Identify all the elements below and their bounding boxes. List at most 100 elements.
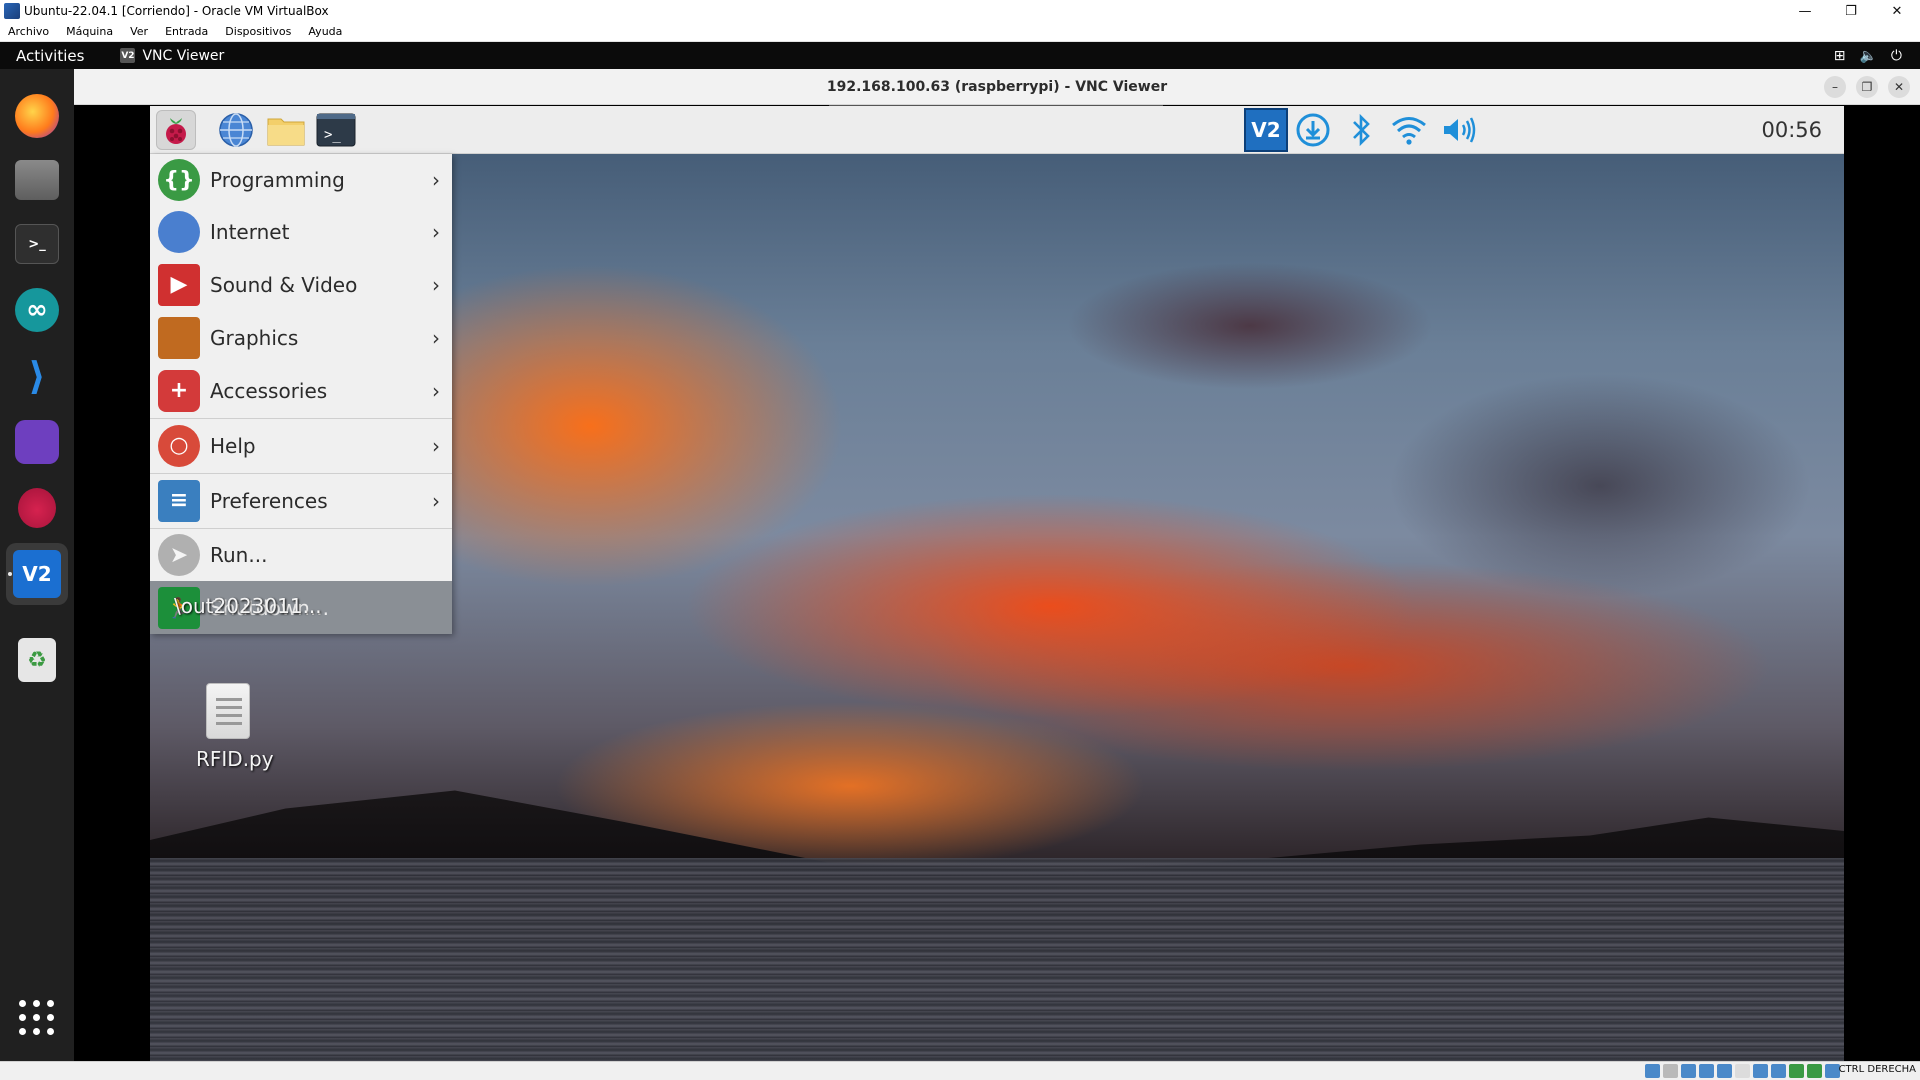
raspberry-menu-button[interactable] [156, 110, 196, 150]
menu-ayuda[interactable]: Ayuda [300, 25, 351, 38]
virtualbox-icon [4, 3, 20, 19]
system-tray[interactable]: ⊞ 🔈 ⏻ [1834, 48, 1902, 64]
dock-vnc-viewer[interactable]: V2 [6, 543, 68, 605]
vnc-viewer-icon: V2 [13, 550, 61, 598]
applications-menu: {} Programming › Internet › ▶ Sound & Vi… [150, 154, 452, 634]
menu-item-help[interactable]: ○ Help › [150, 419, 452, 472]
folder-icon [267, 118, 305, 146]
dock-arduino[interactable]: ∞ [12, 285, 62, 335]
vbox-device-indicators[interactable] [1645, 1064, 1840, 1078]
wifi-icon[interactable] [1387, 109, 1431, 151]
vnc-titlebar: 192.168.100.63 (raspberrypi) - VNC Viewe… [74, 69, 1920, 105]
menu-item-label: Preferences [210, 488, 328, 513]
preferences-icon: ≡ [158, 479, 200, 522]
menu-entrada[interactable]: Entrada [157, 25, 217, 38]
menu-dispositivos[interactable]: Dispositivos [217, 25, 300, 38]
dock-github[interactable] [12, 417, 62, 467]
vnc-maximize-button[interactable]: ❐ [1856, 76, 1878, 98]
dock-vscode[interactable]: ⟩ [12, 351, 62, 401]
bluetooth-icon[interactable] [1343, 109, 1379, 151]
trash-icon: ♻ [18, 638, 56, 682]
menu-maquina[interactable]: Máquina [58, 25, 122, 38]
programming-icon: {} [158, 159, 200, 201]
sound-video-icon: ▶ [158, 263, 200, 306]
chevron-right-icon: › [432, 488, 440, 513]
python-file-icon[interactable] [206, 683, 250, 739]
menu-item-preferences[interactable]: ≡ Preferences › [150, 474, 452, 527]
svg-text:>_: >_ [324, 127, 341, 143]
file-manager-launcher[interactable] [266, 110, 306, 150]
usb-icon [1717, 1064, 1732, 1078]
optical-drive-icon [1663, 1064, 1678, 1078]
vbox-titlebar: Ubuntu-22.04.1 [Corriendo] - Oracle VM V… [0, 0, 1920, 22]
vnc-window-title: 192.168.100.63 (raspberrypi) - VNC Viewe… [826, 78, 1168, 95]
menu-archivo[interactable]: Archivo [0, 25, 58, 38]
wallpaper-water [150, 858, 1844, 1061]
chevron-right-icon: › [432, 272, 440, 297]
menu-item-run[interactable]: ➤ Run... [150, 529, 452, 581]
focused-app-menu[interactable]: V2 VNC Viewer [120, 48, 224, 64]
chevron-right-icon: › [432, 168, 440, 192]
vnc-minimize-button[interactable]: – [1824, 76, 1846, 98]
raspberry-icon [166, 118, 186, 144]
updater-download-icon[interactable] [1293, 109, 1333, 151]
menu-item-graphics[interactable]: Graphics › [150, 311, 452, 364]
vbox-window-title: Ubuntu-22.04.1 [Corriendo] - Oracle VM V… [24, 4, 329, 18]
activities-button[interactable]: Activities [16, 47, 84, 65]
chevron-right-icon: › [432, 220, 440, 244]
maximize-button[interactable]: ❐ [1828, 0, 1874, 22]
web-browser-launcher[interactable] [216, 110, 256, 150]
menu-item-label: Graphics [210, 325, 299, 350]
dock-raspberry-imager[interactable] [12, 483, 62, 533]
menu-item-label: Sound & Video [210, 272, 358, 297]
help-lifebuoy-icon: ○ [158, 424, 200, 467]
menu-item-sound-video[interactable]: ▶ Sound & Video › [150, 258, 452, 311]
vnc-close-button[interactable]: ✕ [1888, 76, 1910, 98]
network-icon[interactable]: ⊞ [1834, 48, 1846, 64]
internet-globe-icon [158, 211, 200, 253]
vscode-icon: ⟩ [28, 354, 46, 398]
dock-trash[interactable]: ♻ [12, 635, 62, 685]
menu-item-programming[interactable]: {} Programming › [150, 154, 452, 206]
close-button[interactable]: ✕ [1874, 0, 1920, 22]
menu-ver[interactable]: Ver [122, 25, 157, 38]
menu-item-accessories[interactable]: + Accessories › [150, 364, 452, 417]
volume-icon[interactable] [1438, 109, 1482, 151]
menu-item-internet[interactable]: Internet › [150, 206, 452, 258]
show-applications-icon[interactable] [19, 1000, 55, 1036]
ubuntu-topbar: Activities V2 VNC Viewer ⊞ 🔈 ⏻ [0, 42, 1920, 69]
desktop-item-out-folder[interactable]: \out2023011... [174, 594, 322, 618]
panel-clock[interactable]: 00:56 [1761, 118, 1822, 142]
menu-item-label: Run... [210, 543, 268, 567]
graphics-brush-icon [158, 316, 200, 359]
menu-item-label: Programming [210, 168, 345, 192]
github-icon [15, 420, 59, 464]
chevron-right-icon: › [432, 325, 440, 350]
rpi-desktop[interactable]: >_ V2 00:56 {} Programming › Internet › … [150, 106, 1844, 1061]
power-icon[interactable]: ⏻ [1891, 48, 1902, 64]
accessories-knife-icon: + [158, 369, 200, 412]
chevron-right-icon: › [432, 378, 440, 403]
vbox-menubar: Archivo Máquina Ver Entrada Dispositivos… [0, 22, 1920, 42]
volume-icon[interactable]: 🔈 [1859, 48, 1876, 64]
vnc-server-tray-icon[interactable]: V2 [1244, 108, 1288, 152]
terminal-icon: >_ [316, 113, 356, 147]
arduino-icon: ∞ [15, 288, 59, 332]
chevron-right-icon: › [432, 433, 440, 458]
dock-terminal[interactable]: >_ [12, 219, 62, 269]
desktop-item-rfid-py[interactable]: RFID.py [196, 747, 274, 771]
rpi-panel: >_ V2 00:56 [150, 106, 1844, 154]
minimize-button[interactable]: — [1782, 0, 1828, 22]
globe-icon [219, 113, 253, 147]
dock-files[interactable] [12, 155, 62, 205]
display-icon [1753, 1064, 1768, 1078]
vnc-viewer-window: 192.168.100.63 (raspberrypi) - VNC Viewe… [74, 69, 1920, 1061]
dock-firefox[interactable] [12, 91, 62, 141]
run-paper-plane-icon: ➤ [158, 534, 200, 576]
menu-item-label: Accessories [210, 378, 328, 403]
menu-item-label: Help [210, 433, 256, 458]
terminal-launcher[interactable]: >_ [316, 110, 356, 150]
focused-app-name: VNC Viewer [142, 47, 225, 64]
vnc-viewer-mini-icon: V2 [120, 48, 136, 63]
recording-icon [1771, 1064, 1786, 1078]
